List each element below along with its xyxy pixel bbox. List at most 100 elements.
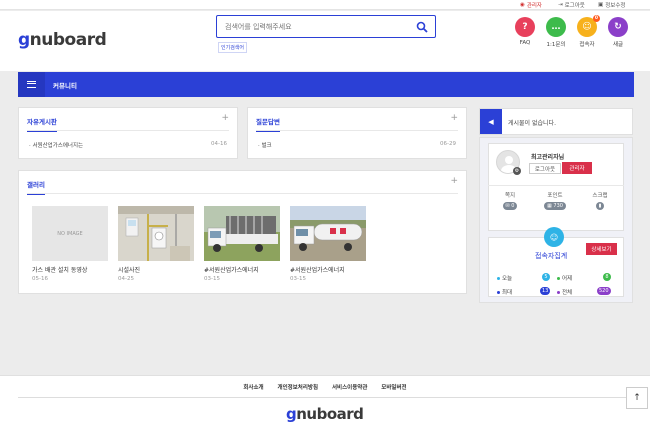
gallery-thumb-1[interactable]: NO IMAGE [32, 206, 108, 261]
qa-button[interactable]: … 1:1문의 [539, 17, 573, 48]
gallery-item-date: 04-25 [118, 276, 134, 282]
new-posts-button[interactable]: ↻ 새글 [601, 17, 635, 48]
post-date: 06-29 [440, 141, 456, 147]
users-icon: ☺ 0 [577, 15, 600, 37]
admin-link[interactable]: ◉ 관리자 [520, 1, 542, 9]
gallery-item-title[interactable]: 시설사진 [118, 265, 140, 274]
gallery-item-title[interactable]: #서원산업가스에너지 [204, 265, 259, 274]
qa-label: 1:1문의 [546, 42, 566, 48]
post-bullet: · [258, 143, 260, 149]
gas-pipe-photo [118, 206, 194, 261]
faq-button[interactable]: ? FAQ [508, 17, 542, 46]
menu-toggle-button[interactable] [18, 72, 45, 97]
stat-value: ✉ 0 [502, 202, 518, 210]
new-posts-label: 새글 [612, 42, 624, 48]
qa-board-panel: 질문답변 + · 벌크 06-29 [247, 107, 467, 159]
tanker-photo [290, 206, 366, 261]
more-plus-icon[interactable]: + [450, 113, 458, 123]
visitors-button[interactable]: ☺ 0 접속자 [570, 15, 604, 48]
visit-today-value: 5 [542, 273, 550, 281]
stat-value: ▮ [595, 202, 605, 210]
visit-today: 오늘 [497, 274, 512, 282]
visitor-count-title: 접속자집계 [535, 252, 568, 260]
logout-button[interactable]: 로그아웃 [529, 163, 561, 174]
sign-out-icon: ⇥ [558, 2, 563, 8]
visit-max-value: 13 [540, 287, 551, 295]
popular-search-button[interactable]: 인기검색어 [218, 42, 248, 53]
divider [27, 193, 458, 194]
gear-icon[interactable]: ⚙ [513, 167, 521, 175]
divider [256, 130, 458, 131]
post-title: 벌크 [261, 143, 272, 149]
scrap-stat[interactable]: 스크랩 ▮ [578, 191, 622, 210]
truck-photo [204, 206, 280, 261]
nav-item-community[interactable]: 커뮤니티 [53, 80, 77, 90]
divider [488, 185, 624, 186]
visit-total: 전체 [557, 288, 572, 296]
point-stat[interactable]: 포인트 ▦ 730 [533, 191, 577, 210]
free-board-panel: 자유게시판 + · 서원산업가스에너지는 04-16 [18, 107, 238, 159]
envelope-icon: ✉ [505, 203, 510, 209]
footer-link-mobile[interactable]: 모바일버전 [381, 385, 406, 391]
visit-yesterday: 어제 [557, 274, 572, 282]
more-plus-icon[interactable]: + [221, 113, 229, 123]
post-title: 서원산업가스에너지는 [32, 143, 84, 149]
coin-icon: ▦ [547, 203, 552, 209]
more-plus-icon[interactable]: + [450, 176, 458, 186]
footer-link-privacy[interactable]: 개인정보처리방침 [278, 385, 318, 391]
megaphone-icon: ◀ [480, 109, 502, 134]
post-date: 04-16 [211, 141, 227, 147]
gallery-item-title[interactable]: #서원산업가스에너지 [290, 265, 345, 274]
divider [27, 130, 229, 131]
faq-label: FAQ [519, 40, 531, 46]
search-input[interactable] [217, 16, 407, 37]
chat-icon: … [546, 17, 566, 37]
divider [18, 397, 634, 398]
visitors-badge: 0 [593, 15, 600, 22]
admin-link-label: 관리자 [526, 3, 542, 9]
site-logo[interactable]: gnuboard [18, 30, 107, 50]
user-edit-icon: ▣ [598, 2, 604, 8]
hamburger-icon [27, 81, 36, 88]
nickname: 최고관리자님 [531, 154, 565, 161]
logout-link[interactable]: ⇥ 로그아웃 [558, 1, 585, 9]
no-image-text: NO IMAGE [57, 230, 83, 237]
visit-yesterday-value: 8 [603, 273, 611, 281]
stat-label: 쪽지 [504, 193, 516, 199]
footer-link-company[interactable]: 회사소개 [243, 385, 263, 391]
details-button[interactable]: 상세보기 [586, 243, 617, 255]
profile-edit-label: 정보수정 [605, 3, 626, 9]
gallery-item-title[interactable]: 가스 배관 설치 동영상 [32, 265, 87, 274]
bookmark-icon: ▮ [598, 203, 602, 209]
user-icon: ◉ [520, 2, 525, 8]
top-utility-bar: ◉ 관리자 ⇥ 로그아웃 ▣ 정보수정 [0, 0, 650, 10]
post-bullet: · [29, 143, 31, 149]
visit-max: 최대 [497, 288, 512, 296]
stat-label: 스크랩 [592, 193, 608, 199]
notice-box: ◀ 게시물이 없습니다. [479, 108, 633, 135]
footer-link-terms[interactable]: 서비스이용약관 [332, 385, 367, 391]
list-item[interactable]: · 벌크 06-29 [258, 141, 456, 149]
profile-edit-link[interactable]: ▣ 정보수정 [598, 1, 625, 9]
arrow-up-icon: ↑ [633, 393, 641, 403]
gallery-thumb-2[interactable] [118, 206, 194, 261]
gallery-item-date: 03-15 [204, 276, 220, 282]
users-icon: ☺ [544, 227, 564, 247]
scroll-top-button[interactable]: ↑ [626, 387, 648, 409]
logout-link-label: 로그아웃 [564, 3, 585, 9]
search-box [216, 15, 436, 38]
footer-logo: gnuboard [286, 405, 364, 423]
main-nav: 커뮤니티 [18, 72, 634, 97]
list-item[interactable]: · 서원산업가스에너지는 04-16 [29, 141, 227, 149]
refresh-icon: ↻ [608, 17, 628, 37]
visit-total-value: 520 [597, 287, 611, 295]
gallery-thumb-4[interactable] [290, 206, 366, 261]
gallery-item-date: 03-15 [290, 276, 306, 282]
memo-stat[interactable]: 쪽지 ✉ 0 [488, 191, 532, 210]
stat-label: 포인트 [547, 193, 563, 199]
visitors-label: 접속자 [579, 42, 595, 48]
question-icon: ? [515, 17, 535, 37]
gallery-thumb-3[interactable] [204, 206, 280, 261]
admin-button[interactable]: 관리자 [562, 162, 592, 174]
search-icon[interactable] [416, 21, 428, 33]
